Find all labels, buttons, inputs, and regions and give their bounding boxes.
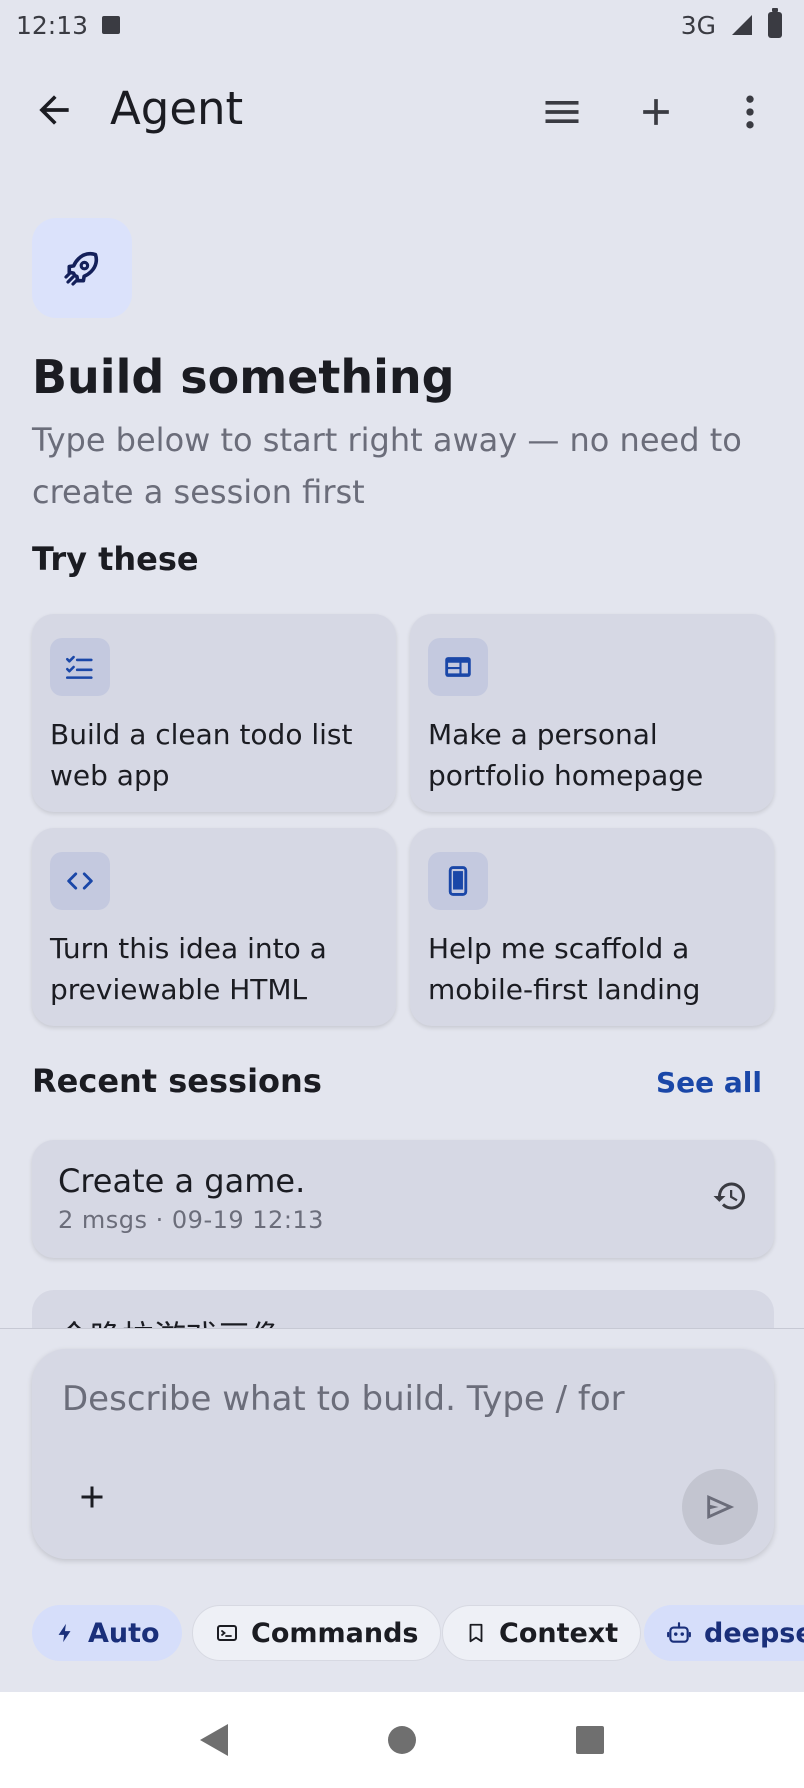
chip-context[interactable]: Context xyxy=(442,1605,642,1661)
hero-title: Build something xyxy=(32,350,455,404)
network-type: 3G xyxy=(680,10,716,40)
send-button[interactable] xyxy=(682,1469,758,1545)
smartphone-icon xyxy=(448,866,468,896)
screen: 12:13 3G Agent Build something Type belo… xyxy=(0,0,804,1788)
signal-icon xyxy=(732,15,752,35)
rocket-icon xyxy=(64,251,99,286)
suggestion-icon-box xyxy=(50,852,110,910)
chip-label: deepseek xyxy=(704,1617,804,1649)
suggestion-label: Turn this idea into a previewable HTML xyxy=(50,932,327,1006)
web-layout-icon xyxy=(445,657,471,677)
menu-icon[interactable] xyxy=(540,90,584,134)
notification-square-icon xyxy=(102,16,121,34)
suggestion-card-landing[interactable]: Help me scaffold a mobile-first landing xyxy=(410,828,774,1026)
robot-icon xyxy=(667,1622,691,1643)
suggestion-icon-box xyxy=(428,852,488,910)
nav-recents-icon[interactable] xyxy=(576,1726,604,1754)
chip-commands[interactable]: Commands xyxy=(192,1605,442,1661)
suggestion-label: Make a personal portfolio homepage xyxy=(428,718,704,792)
see-all-link[interactable]: See all xyxy=(656,1066,762,1099)
chip-auto[interactable]: Auto xyxy=(32,1605,182,1661)
suggestion-card-portfolio[interactable]: Make a personal portfolio homepage xyxy=(410,614,774,812)
code-icon xyxy=(67,872,93,890)
attach-plus-icon[interactable] xyxy=(74,1479,110,1515)
mode-chips: Auto Commands Context deeps xyxy=(32,1605,804,1661)
history-icon[interactable] xyxy=(712,1178,748,1214)
bookmark-icon xyxy=(469,1623,483,1643)
nav-back-icon[interactable] xyxy=(200,1724,228,1756)
chip-label: Auto xyxy=(88,1617,160,1649)
prompt-input[interactable]: Describe what to build. Type / for xyxy=(62,1379,625,1419)
recent-sessions-heading: Recent sessions xyxy=(32,1062,322,1100)
system-nav-bar xyxy=(0,1692,804,1788)
checklist-icon xyxy=(65,655,93,679)
suggestion-label: Help me scaffold a mobile-first landing xyxy=(428,932,701,1006)
suggestion-card-todo[interactable]: Build a clean todo list web app xyxy=(32,614,396,812)
chip-label: Commands xyxy=(251,1617,419,1649)
new-session-plus-icon[interactable] xyxy=(634,90,678,134)
hero-subtitle: Type below to start right away — no need… xyxy=(32,421,742,511)
back-arrow-icon[interactable] xyxy=(32,88,76,132)
suggestion-card-html[interactable]: Turn this idea into a previewable HTML xyxy=(32,828,396,1026)
terminal-icon xyxy=(217,1625,237,1641)
battery-icon xyxy=(768,8,782,38)
composer[interactable]: Describe what to build. Type / for xyxy=(32,1349,774,1559)
hero-icon-box xyxy=(32,218,132,318)
send-icon xyxy=(707,1494,735,1520)
chip-label: Context xyxy=(499,1617,619,1649)
bolt-icon xyxy=(58,1623,71,1643)
status-bar: 12:13 3G xyxy=(0,0,804,50)
suggestions-heading: Try these xyxy=(32,540,199,578)
page-title: Agent xyxy=(110,82,244,135)
session-item[interactable]: 今晚拉游戏画像 xyxy=(32,1290,774,1330)
status-time: 12:13 xyxy=(16,10,89,40)
session-meta: 2 msgs · 09-19 12:13 xyxy=(58,1206,324,1234)
nav-home-icon[interactable] xyxy=(388,1726,416,1754)
session-item[interactable]: Create a game. 2 msgs · 09-19 12:13 xyxy=(32,1140,774,1258)
suggestion-icon-box xyxy=(50,638,110,696)
app-bar: Agent xyxy=(0,60,804,160)
suggestion-icon-box xyxy=(428,638,488,696)
suggestion-label: Build a clean todo list web app xyxy=(50,718,353,792)
more-vert-icon[interactable] xyxy=(728,90,772,134)
session-title: Create a game. xyxy=(58,1162,306,1200)
composer-area: Describe what to build. Type / for Auto xyxy=(0,1328,804,1692)
chip-model[interactable]: deepseek xyxy=(644,1605,804,1661)
